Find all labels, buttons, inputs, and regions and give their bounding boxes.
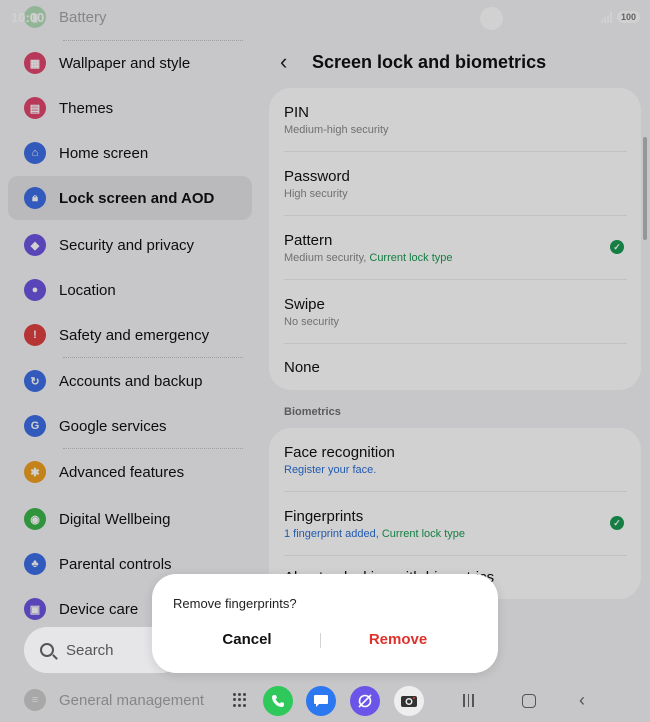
browser-app-icon[interactable]: [350, 686, 380, 716]
dialog-message: Remove fingerprints?: [173, 596, 297, 611]
recent-apps-button[interactable]: [463, 694, 474, 707]
camera-app-icon[interactable]: [394, 686, 424, 716]
messages-app-icon[interactable]: [306, 686, 336, 716]
app-drawer-icon[interactable]: [233, 693, 247, 707]
button-separator: [320, 633, 321, 648]
remove-fingerprints-dialog: Remove fingerprints? Cancel Remove: [152, 574, 498, 673]
back-button[interactable]: ‹: [579, 690, 585, 711]
search-icon: [40, 643, 54, 657]
cancel-button[interactable]: Cancel: [172, 631, 322, 648]
phone-app-icon[interactable]: [263, 686, 293, 716]
remove-button[interactable]: Remove: [323, 631, 473, 648]
home-button[interactable]: [522, 694, 536, 708]
search-label: Search: [66, 641, 114, 659]
